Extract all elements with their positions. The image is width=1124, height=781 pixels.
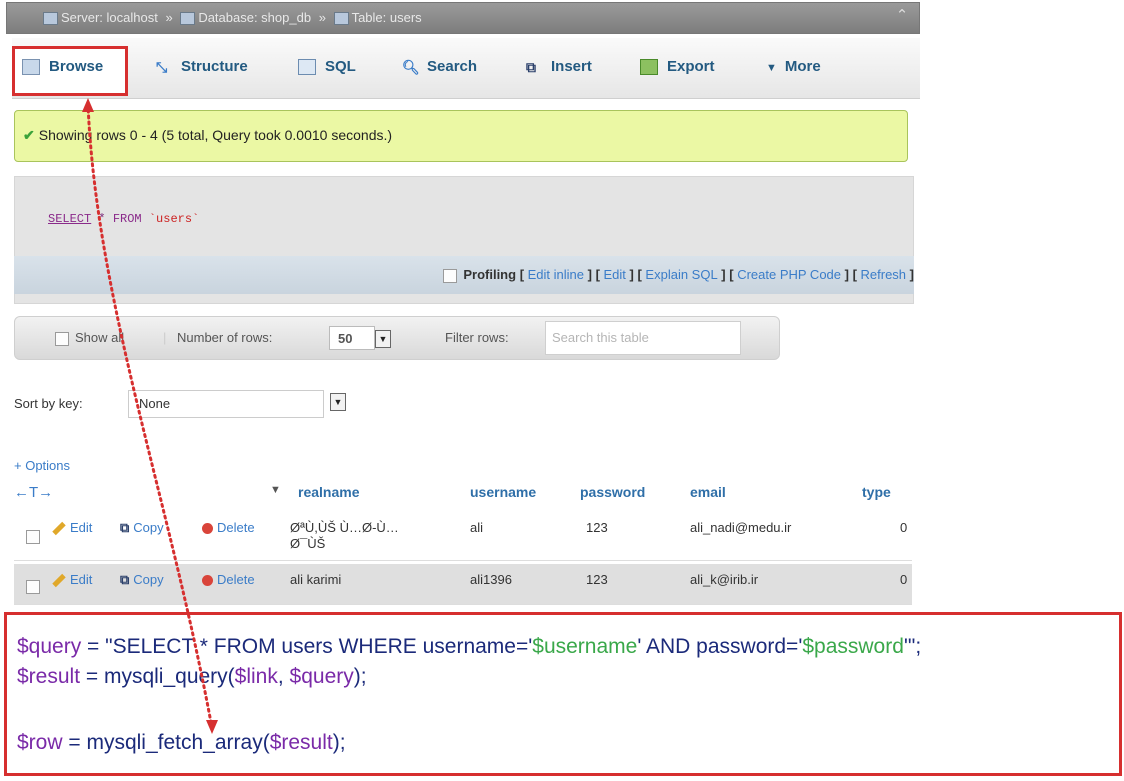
column-header-username[interactable]: username bbox=[470, 484, 536, 500]
database-icon bbox=[180, 12, 196, 26]
breadcrumb-database[interactable]: Database: shop_db bbox=[198, 10, 311, 25]
copy-icon: ⧉ bbox=[120, 520, 130, 535]
number-of-rows-dropdown[interactable]: ▼ bbox=[375, 329, 391, 348]
navigation-bar: Show all | Number of rows: 50 ▼ Filter r… bbox=[14, 316, 780, 360]
tab-export[interactable]: Export bbox=[640, 50, 715, 84]
row-edit-link[interactable]: Edit bbox=[52, 520, 92, 536]
breadcrumb: Server: localhost » Database: shop_db » … bbox=[6, 2, 920, 34]
structure-icon: ⤡ bbox=[156, 59, 168, 76]
sql-action-links: Profiling [ Edit inline ] [ Edit ] [ Exp… bbox=[14, 256, 914, 294]
cell-password[interactable]: 123 bbox=[586, 520, 608, 535]
create-php-code-link[interactable]: Create PHP Code bbox=[737, 267, 841, 282]
row-copy-link[interactable]: ⧉ Copy bbox=[120, 520, 164, 536]
tab-structure[interactable]: ⤡ Structure bbox=[156, 50, 248, 84]
profiling-checkbox[interactable] bbox=[443, 268, 458, 283]
pencil-icon bbox=[52, 573, 66, 588]
row-checkbox[interactable] bbox=[26, 578, 40, 594]
breadcrumb-separator: » bbox=[165, 10, 173, 25]
insert-icon: ⧉ bbox=[526, 59, 536, 76]
breadcrumb-table[interactable]: Table: users bbox=[352, 10, 422, 25]
tab-search[interactable]: 🔍︎ Search bbox=[402, 50, 477, 84]
delete-icon bbox=[202, 523, 213, 535]
cell-username[interactable]: ali1396 bbox=[470, 572, 512, 587]
column-header-email[interactable]: email bbox=[690, 484, 726, 500]
show-all-checkbox[interactable] bbox=[55, 331, 69, 346]
row-copy-link[interactable]: ⧉ Copy bbox=[120, 572, 164, 588]
delete-icon bbox=[202, 575, 213, 587]
edit-inline-link[interactable]: Edit inline bbox=[528, 267, 584, 282]
row-edit-link[interactable]: Edit bbox=[52, 572, 92, 588]
cell-realname[interactable]: ali karimi bbox=[290, 572, 341, 587]
row-checkbox[interactable] bbox=[26, 528, 40, 544]
row-delete-link[interactable]: Delete bbox=[202, 520, 255, 535]
pencil-icon bbox=[52, 521, 66, 536]
success-message: ✔ Showing rows 0 - 4 (5 total, Query took… bbox=[14, 110, 908, 162]
check-icon: ✔ bbox=[23, 127, 35, 143]
export-icon bbox=[640, 59, 658, 76]
sort-by-key-select[interactable]: None bbox=[128, 390, 324, 418]
code-line-row: $row = mysqli_fetch_array($result); bbox=[17, 731, 346, 754]
sql-keyword-select: SELECT bbox=[48, 212, 92, 226]
sql-table-name: `users` bbox=[148, 212, 200, 226]
filter-rows-input[interactable]: Search this table bbox=[545, 321, 741, 355]
code-line-result: $result = mysqli_query($link, $query); bbox=[17, 665, 367, 688]
profiling-label: Profiling bbox=[463, 267, 517, 282]
table-icon bbox=[333, 12, 349, 26]
collapse-icon[interactable]: ⌃ bbox=[894, 6, 910, 26]
search-icon: 🔍︎ bbox=[402, 59, 420, 76]
column-header-password[interactable]: password bbox=[580, 484, 645, 500]
browse-icon bbox=[22, 59, 40, 76]
show-all-control[interactable]: Show all bbox=[55, 317, 124, 359]
tab-sql[interactable]: SQL bbox=[298, 50, 356, 84]
sql-keyword-from: FROM bbox=[112, 212, 142, 226]
cell-type[interactable]: 0 bbox=[900, 520, 907, 535]
options-link[interactable]: + Options bbox=[14, 458, 70, 473]
chevron-down-icon: ▼ bbox=[766, 62, 777, 74]
tab-more[interactable]: ▼ More bbox=[766, 50, 821, 84]
sort-caret-icon[interactable]: ▼ bbox=[270, 484, 281, 496]
breadcrumb-server[interactable]: Server: localhost bbox=[61, 10, 158, 25]
copy-icon: ⧉ bbox=[120, 572, 130, 587]
chevron-down-icon: ▼ bbox=[330, 393, 346, 411]
chevron-down-icon: ▼ bbox=[375, 330, 391, 348]
cell-email[interactable]: ali_nadi@medu.ir bbox=[690, 520, 791, 535]
code-line-query: $query = "SELECT * FROM users WHERE user… bbox=[17, 635, 922, 658]
column-header-type[interactable]: type bbox=[862, 484, 891, 500]
number-of-rows-label: Number of rows: bbox=[177, 330, 273, 345]
sql-query-text[interactable]: SELECT * FROM `users` bbox=[48, 212, 199, 226]
column-arrows-icon[interactable]: ←T→ bbox=[14, 484, 53, 501]
sql-star: * bbox=[98, 212, 106, 226]
server-icon bbox=[43, 12, 58, 26]
cell-username[interactable]: ali bbox=[470, 520, 483, 535]
tab-browse[interactable]: Browse bbox=[22, 50, 103, 84]
explain-sql-link[interactable]: Explain SQL bbox=[645, 267, 717, 282]
refresh-link[interactable]: Refresh bbox=[861, 267, 907, 282]
php-code-box: $query = "SELECT * FROM users WHERE user… bbox=[4, 612, 1122, 776]
sort-by-key-label: Sort by key: bbox=[14, 396, 83, 411]
cell-realname[interactable]: ØªÙ,ÙŠ Ù…Ø-Ù…Ø¯ÙŠ bbox=[290, 520, 420, 552]
edit-link[interactable]: Edit bbox=[604, 267, 626, 282]
nav-divider: | bbox=[163, 330, 167, 345]
sort-dropdown-button[interactable]: ▼ bbox=[330, 392, 346, 411]
column-header-realname[interactable]: realname bbox=[298, 484, 359, 500]
cell-password[interactable]: 123 bbox=[586, 572, 608, 587]
sql-icon bbox=[298, 59, 316, 76]
row-delete-link[interactable]: Delete bbox=[202, 572, 255, 587]
breadcrumb-separator: » bbox=[318, 10, 326, 25]
filter-rows-label: Filter rows: bbox=[445, 330, 509, 345]
tab-insert[interactable]: ⧉ Insert bbox=[526, 50, 592, 84]
number-of-rows-select[interactable]: 50 bbox=[329, 326, 375, 350]
cell-type[interactable]: 0 bbox=[900, 572, 907, 587]
table-row: Edit ⧉ Copy Delete ØªÙ,ÙŠ Ù…Ø-Ù…Ø¯ÙŠ ali … bbox=[14, 514, 912, 561]
cell-email[interactable]: ali_k@irib.ir bbox=[690, 572, 758, 587]
table-row: Edit ⧉ Copy Delete ali karimi ali1396 123… bbox=[14, 564, 912, 605]
